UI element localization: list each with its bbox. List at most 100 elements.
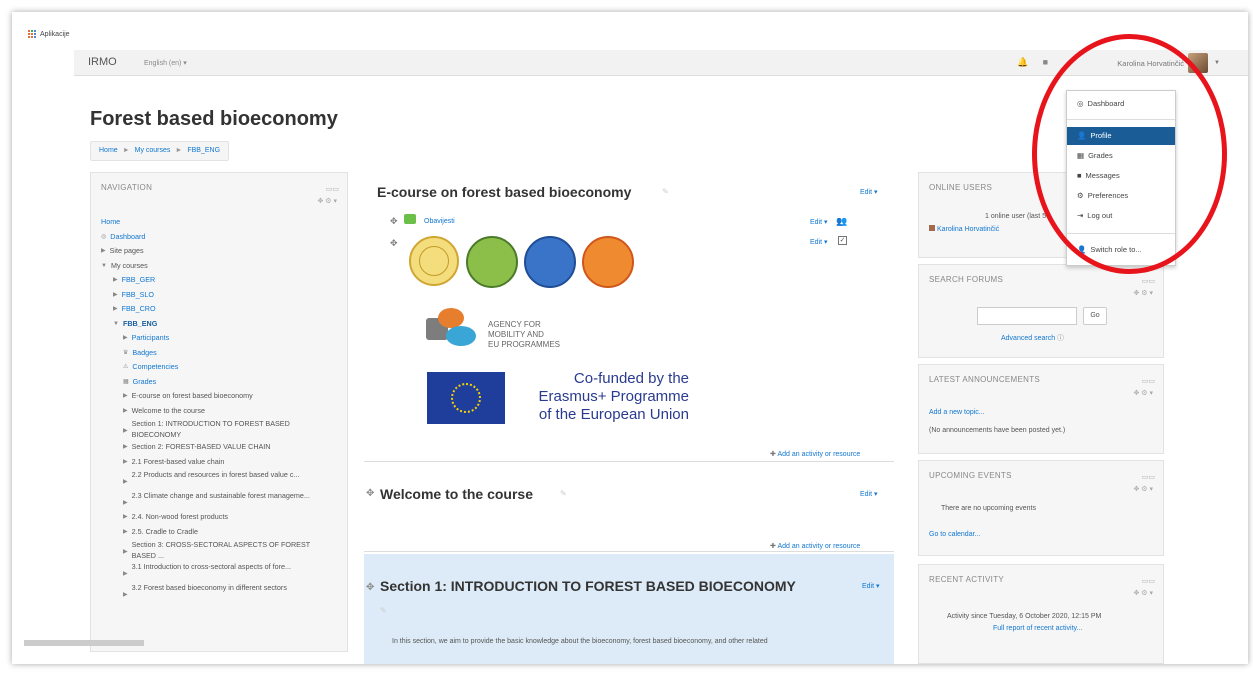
- collapsed-arrow-icon: ▶: [123, 458, 128, 465]
- forum-icon: [404, 214, 416, 224]
- notifications-icon[interactable]: 🔔: [1017, 57, 1028, 68]
- recent-activity-title: RECENT ACTIVITY: [929, 575, 1005, 584]
- edit-title-pencil-icon[interactable]: ✎: [560, 489, 567, 498]
- section-1-edit-menu[interactable]: Edit ▾: [862, 582, 880, 590]
- nav-item-participants[interactable]: ▶ Participants: [101, 331, 331, 346]
- add-activity-link[interactable]: ✚ Add an activity or resource: [770, 450, 860, 458]
- block-dock-icon[interactable]: ▭▭: [1142, 577, 1155, 585]
- section-1-title: Section 1: INTRODUCTION TO FOREST BASED …: [380, 578, 796, 594]
- go-to-calendar-link[interactable]: Go to calendar...: [929, 531, 980, 538]
- collapsed-arrow-icon: ▶: [113, 306, 118, 312]
- edit-title-pencil-icon[interactable]: ✎: [380, 606, 387, 615]
- collapsed-arrow-icon: ▶: [123, 479, 128, 485]
- nav-item-section[interactable]: ▶ 3.2 Forest based bioeconomy in differen…: [101, 582, 326, 603]
- edit-title-pencil-icon[interactable]: ✎: [662, 187, 669, 196]
- nav-item-home[interactable]: Home: [101, 215, 331, 230]
- section-0-edit-menu[interactable]: Edit ▾: [860, 188, 878, 196]
- announcements-title: LATEST ANNOUNCEMENTS: [929, 375, 1041, 384]
- group-mode-icon[interactable]: 👥: [836, 216, 847, 227]
- bookmarks-bar: Aplikacije: [12, 12, 1248, 52]
- nav-item-fbb-slo[interactable]: ▶ FBB_SLO: [101, 288, 331, 303]
- collapsed-arrow-icon: ▶: [123, 571, 128, 577]
- nav-item-dashboard[interactable]: ◎ Dashboard: [101, 230, 331, 245]
- nav-item-fbb-ger[interactable]: ▶ FBB_GER: [101, 273, 331, 288]
- expanded-arrow-icon: ▼: [113, 320, 119, 327]
- breadcrumb-my-courses[interactable]: My courses: [135, 147, 171, 155]
- online-users-summary: 1 online user (last 5: [985, 213, 1047, 220]
- user-menu-caret-icon[interactable]: ▼: [1214, 60, 1220, 66]
- nav-item-competencies[interactable]: ⚠ Competencies: [101, 360, 331, 375]
- label-edit-menu[interactable]: Edit ▾: [810, 238, 828, 246]
- highlight-annotation-ring: [1032, 34, 1227, 274]
- block-dock-icon[interactable]: ▭▭: [1142, 377, 1155, 385]
- move-handle-icon[interactable]: ✥: [390, 216, 398, 227]
- nav-item-section[interactable]: ▶ 3.1 Introduction to cross-sectoral aspe…: [101, 561, 311, 582]
- collapsed-arrow-icon: ▶: [123, 335, 128, 341]
- nav-item-section[interactable]: ▶ Section 2: FOREST-BASED VALUE CHAIN: [101, 440, 331, 455]
- block-dock-icon[interactable]: ▭▭: [326, 185, 339, 193]
- add-activity-link[interactable]: ✚ Add an activity or resource: [770, 542, 860, 550]
- block-dock-icon[interactable]: ▭▭: [1142, 277, 1155, 285]
- nav-item-section[interactable]: ▶ 2.1 Forest-based value chain: [101, 455, 331, 470]
- cofunded-text: Co-funded by the Erasmus+ Programme of t…: [538, 370, 689, 423]
- recent-activity-block: RECENT ACTIVITY ▭▭ ✥ ⚙ ▾ Activity since …: [918, 564, 1164, 664]
- nav-item-section[interactable]: ▶ E-course on forest based bioeconomy: [101, 389, 331, 404]
- block-move-icon[interactable]: ✥ ⚙ ▾: [1133, 389, 1153, 397]
- search-go-button[interactable]: Go: [1083, 307, 1107, 325]
- section-1-summary: In this section, we aim to provide the b…: [392, 638, 768, 645]
- nav-item-section[interactable]: ▶ 2.5. Cradle to Cradle: [101, 525, 331, 540]
- block-move-icon[interactable]: ✥ ⚙ ▾: [1133, 485, 1153, 493]
- nav-item-grades[interactable]: ▦ Grades: [101, 375, 331, 390]
- block-move-icon[interactable]: ✥ ⚙ ▾: [1133, 289, 1153, 297]
- move-handle-icon[interactable]: ✥: [390, 238, 398, 249]
- search-forums-input[interactable]: [977, 307, 1077, 325]
- collapsed-arrow-icon: ▶: [113, 277, 118, 283]
- block-dock-icon[interactable]: ▭▭: [1142, 473, 1155, 481]
- apps-bookmark[interactable]: Aplikacije: [28, 30, 70, 38]
- online-user-link[interactable]: Karolina Horvatinčić: [929, 225, 999, 233]
- completion-checkbox[interactable]: ✓: [838, 236, 847, 245]
- horizontal-scrollbar[interactable]: [24, 640, 144, 646]
- eu-flag-logo: [427, 372, 505, 424]
- nav-item-section[interactable]: ▶ 2.2 Products and resources in forest ba…: [101, 469, 333, 490]
- nav-item-section[interactable]: ▶ Section 1: INTRODUCTION TO FOREST BASED…: [101, 418, 306, 440]
- block-move-icon[interactable]: ✥ ⚙ ▾: [1133, 589, 1153, 597]
- collapsed-arrow-icon: ▶: [101, 248, 106, 254]
- section-welcome-edit-menu[interactable]: Edit ▾: [860, 490, 878, 498]
- breadcrumb-separator-icon: ►: [122, 147, 130, 154]
- nav-item-fbb-eng[interactable]: ▼ FBB_ENG: [101, 317, 331, 332]
- navigation-tree: Home ◎ Dashboard ▶ Site pages ▼ My courses …: [101, 215, 331, 602]
- add-topic-link[interactable]: Add a new topic...: [929, 409, 985, 416]
- nav-item-section[interactable]: ▶ Section 3: CROSS-SECTORAL ASPECTS OF FO…: [101, 539, 316, 561]
- nav-item-section[interactable]: ▶ 2.3 Climate change and sustainable fore…: [101, 490, 311, 511]
- move-handle-icon[interactable]: ✥: [366, 582, 374, 593]
- nav-item-section[interactable]: ▶ 2.4. Non-wood forest products: [101, 510, 331, 525]
- recent-activity-since: Activity since Tuesday, 6 October 2020, …: [947, 613, 1102, 620]
- move-handle-icon[interactable]: ✥: [366, 488, 374, 499]
- site-brand[interactable]: IRMO: [88, 56, 117, 68]
- competencies-icon: ⚠: [123, 364, 129, 370]
- expanded-arrow-icon: ▼: [101, 262, 107, 269]
- section-welcome-title: Welcome to the course: [380, 486, 534, 502]
- logo-ring: [419, 246, 449, 276]
- collapsed-arrow-icon: ▶: [123, 591, 128, 598]
- full-report-link[interactable]: Full report of recent activity...: [993, 625, 1082, 632]
- breadcrumb: Home ► My courses ► FBB_ENG: [90, 141, 230, 161]
- breadcrumb-home[interactable]: Home: [99, 147, 118, 155]
- nav-item-site-pages[interactable]: ▶ Site pages: [101, 244, 331, 259]
- dashboard-icon: ◎: [101, 233, 107, 240]
- agency-logo-blue: [446, 326, 476, 346]
- navigation-title: NAVIGATION: [101, 183, 153, 192]
- forum-edit-menu[interactable]: Edit ▾: [810, 218, 828, 226]
- nav-item-my-courses[interactable]: ▼ My courses: [101, 259, 331, 274]
- section-0-title: E-course on forest based bioeconomy: [377, 184, 632, 200]
- messages-icon[interactable]: ■: [1043, 57, 1048, 68]
- advanced-search-link[interactable]: Advanced search ⓘ: [1001, 333, 1064, 343]
- language-menu[interactable]: English (en) ▾: [144, 59, 187, 67]
- forum-link[interactable]: Obavijesti: [424, 218, 455, 225]
- breadcrumb-course[interactable]: FBB_ENG: [187, 147, 220, 155]
- nav-item-section[interactable]: ▶ Welcome to the course: [101, 404, 331, 419]
- nav-item-fbb-cro[interactable]: ▶ FBB_CRO: [101, 302, 331, 317]
- nav-item-badges[interactable]: ♛ Badges: [101, 346, 331, 361]
- block-move-icon[interactable]: ✥ ⚙ ▾: [317, 197, 337, 205]
